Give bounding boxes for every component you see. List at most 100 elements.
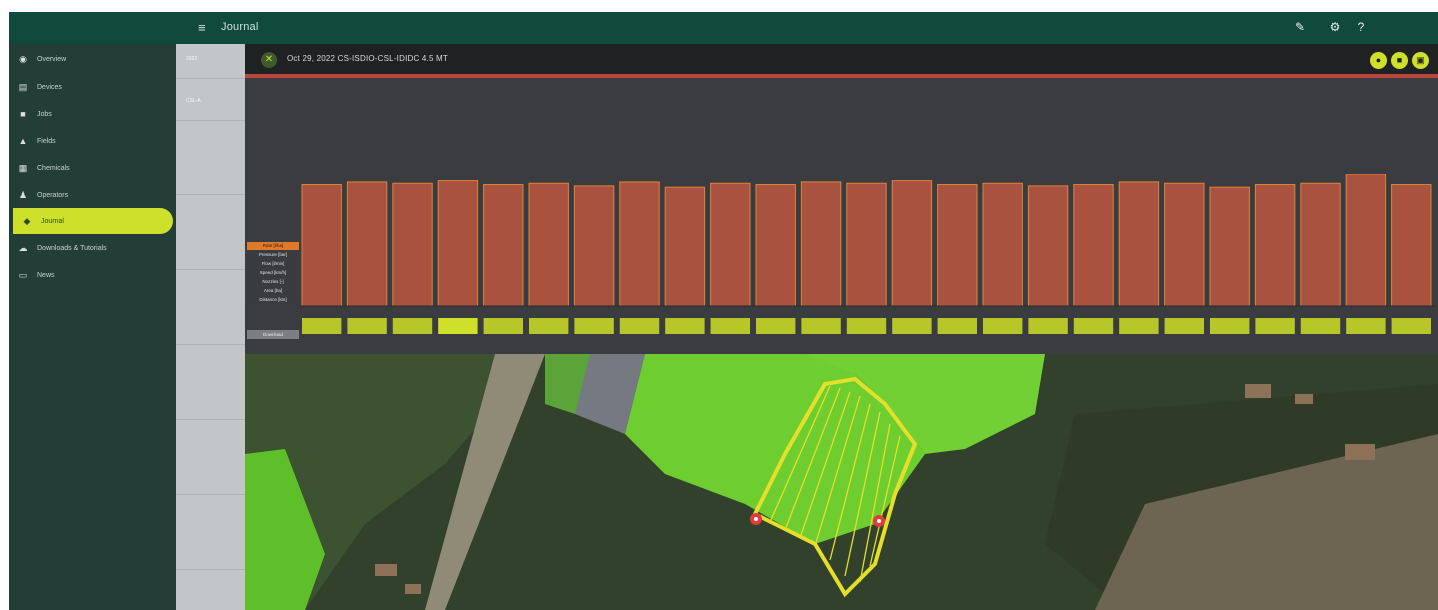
chart-segment[interactable] bbox=[710, 318, 750, 334]
chart-bar[interactable] bbox=[301, 184, 342, 307]
chart-bar[interactable] bbox=[755, 184, 796, 307]
field-map[interactable] bbox=[245, 354, 1438, 610]
sidebar-item-devices[interactable]: ▤ Devices bbox=[9, 75, 176, 99]
chart-segment[interactable] bbox=[347, 318, 387, 334]
chart-bar[interactable] bbox=[1345, 174, 1387, 307]
chart-bar[interactable] bbox=[1254, 184, 1296, 307]
chart-segment[interactable] bbox=[846, 318, 887, 334]
chart-bar[interactable] bbox=[346, 181, 388, 307]
chart-bar[interactable] bbox=[1209, 186, 1250, 307]
pencil-icon[interactable]: ✎ bbox=[1292, 19, 1308, 35]
close-icon[interactable]: ✕ bbox=[261, 52, 277, 68]
chart-bar[interactable] bbox=[1073, 184, 1114, 307]
chart-bar[interactable] bbox=[528, 182, 569, 307]
chart-segment[interactable] bbox=[1300, 318, 1341, 334]
chart-bar[interactable] bbox=[664, 186, 706, 307]
chart-segment[interactable] bbox=[1391, 318, 1431, 334]
chart-bar[interactable] bbox=[1027, 185, 1069, 307]
chart-segment[interactable] bbox=[574, 318, 614, 334]
timeline-entry[interactable]: CSL-A bbox=[186, 98, 236, 105]
chart-segment[interactable] bbox=[529, 318, 569, 334]
timeline-entry[interactable]: 2022 bbox=[186, 56, 236, 63]
chart-segment[interactable] bbox=[1164, 318, 1204, 334]
briefcase-icon: ■ bbox=[20, 109, 26, 119]
chart-segment[interactable] bbox=[1119, 318, 1159, 334]
timeline-divider bbox=[176, 494, 245, 495]
help-icon[interactable]: ? bbox=[1353, 19, 1369, 35]
timeline-divider bbox=[176, 120, 245, 121]
chart-bar[interactable] bbox=[483, 184, 524, 307]
timeline-divider bbox=[176, 194, 245, 195]
sidebar-item-label: Journal bbox=[41, 217, 64, 225]
chart-bar[interactable] bbox=[846, 182, 887, 307]
journal-icon: ◆ bbox=[23, 215, 31, 226]
timeline-divider bbox=[176, 78, 245, 79]
chart-segment[interactable] bbox=[1255, 318, 1295, 334]
cloud-download-icon: ☁ bbox=[18, 242, 28, 253]
chart-segment[interactable] bbox=[1073, 318, 1114, 334]
chart-segment[interactable] bbox=[302, 318, 342, 334]
sidebar-item-label: Overview bbox=[37, 55, 67, 63]
sidebar-item-news[interactable]: ▭ News bbox=[9, 263, 176, 287]
map-pin-icon[interactable] bbox=[873, 515, 885, 527]
chart-segment[interactable] bbox=[801, 318, 841, 334]
user-icon[interactable]: ● bbox=[1370, 52, 1387, 69]
chart-segment[interactable] bbox=[756, 318, 796, 334]
chart-bar[interactable] bbox=[982, 182, 1023, 307]
legend-item-area[interactable]: Area [ha] bbox=[247, 287, 299, 295]
sidebar-item-label: Jobs bbox=[37, 110, 52, 118]
chart-bar[interactable] bbox=[1300, 182, 1341, 307]
sidebar-item-jobs[interactable]: ■ Jobs bbox=[9, 102, 176, 126]
operator-icon: ♟ bbox=[18, 189, 28, 200]
sidebar-item-overview[interactable]: ◉ Overview bbox=[9, 47, 176, 71]
sidebar-item-chemicals[interactable]: ▦ Chemicals bbox=[9, 156, 176, 180]
chart-segment[interactable] bbox=[983, 318, 1023, 334]
legend-item-nozzles[interactable]: Nozzles [-] bbox=[247, 278, 299, 286]
chart-segment[interactable] bbox=[483, 318, 523, 334]
sidebar: ◉ Overview ▤ Devices ■ Jobs ▲ Fields ▦ C… bbox=[9, 44, 176, 610]
legend-item-flow[interactable]: Flow [l/min] bbox=[247, 260, 299, 268]
field-icon: ▲ bbox=[18, 136, 28, 146]
map-icon[interactable]: ■ bbox=[1391, 52, 1408, 69]
chart-legend: Rate [l/ha] Pressure [bar] Flow [l/min] … bbox=[247, 242, 299, 305]
chart-segment[interactable] bbox=[619, 318, 660, 334]
timeline-divider bbox=[176, 569, 245, 570]
chart-segment[interactable] bbox=[665, 318, 705, 334]
sidebar-item-label: Operators bbox=[37, 191, 69, 199]
chart-segment[interactable] bbox=[1210, 318, 1250, 334]
sidebar-item-downloads[interactable]: ☁ Downloads & Tutorials bbox=[9, 236, 176, 260]
chart-bar[interactable] bbox=[937, 184, 978, 307]
chart-bar[interactable] bbox=[573, 185, 615, 307]
legend-item-speed[interactable]: Speed [km/h] bbox=[247, 269, 299, 277]
hamburger-menu-icon[interactable]: ≡ bbox=[198, 20, 206, 35]
sidebar-item-journal[interactable]: ◆ Journal bbox=[13, 208, 173, 234]
chart-bar[interactable] bbox=[710, 182, 751, 307]
chart-bar[interactable] bbox=[392, 182, 433, 307]
chart-segment[interactable] bbox=[1346, 318, 1386, 334]
sidebar-item-label: Devices bbox=[37, 83, 62, 91]
chart-segment[interactable] bbox=[438, 318, 478, 334]
chart-bar[interactable] bbox=[1391, 184, 1432, 307]
chart-bar[interactable] bbox=[891, 180, 933, 307]
chart-bar[interactable] bbox=[800, 181, 842, 307]
chart-segment[interactable] bbox=[392, 318, 433, 334]
chart-bar[interactable] bbox=[1164, 182, 1205, 307]
chart-bar[interactable] bbox=[1118, 181, 1160, 307]
download-button[interactable]: Download bbox=[247, 330, 299, 339]
gear-icon[interactable]: ⚙ bbox=[1327, 19, 1343, 35]
export-icon[interactable]: ▣ bbox=[1412, 52, 1429, 69]
chart-bar[interactable] bbox=[619, 181, 660, 307]
legend-item-rate[interactable]: Rate [l/ha] bbox=[247, 242, 299, 250]
map-pin-icon[interactable] bbox=[750, 513, 762, 525]
chart-segment[interactable] bbox=[892, 318, 932, 334]
chart-segment[interactable] bbox=[1028, 318, 1068, 334]
legend-item-distance[interactable]: Distance [km] bbox=[247, 296, 299, 304]
chart-segment[interactable] bbox=[937, 318, 977, 334]
legend-item-pressure[interactable]: Pressure [bar] bbox=[247, 251, 299, 259]
panel-header: ✕ Oct 29, 2022 CS-ISDIO-CSL-IDIDC 4.5 MT… bbox=[245, 44, 1438, 74]
sidebar-item-operators[interactable]: ♟ Operators bbox=[9, 183, 176, 207]
timeline-divider bbox=[176, 344, 245, 345]
sidebar-item-fields[interactable]: ▲ Fields bbox=[9, 129, 176, 153]
chart-bar[interactable] bbox=[437, 180, 479, 307]
app-window: ≡ Journal ✎ ⚙ ? ◉ Overview ▤ Devices ■ J… bbox=[0, 0, 1438, 610]
